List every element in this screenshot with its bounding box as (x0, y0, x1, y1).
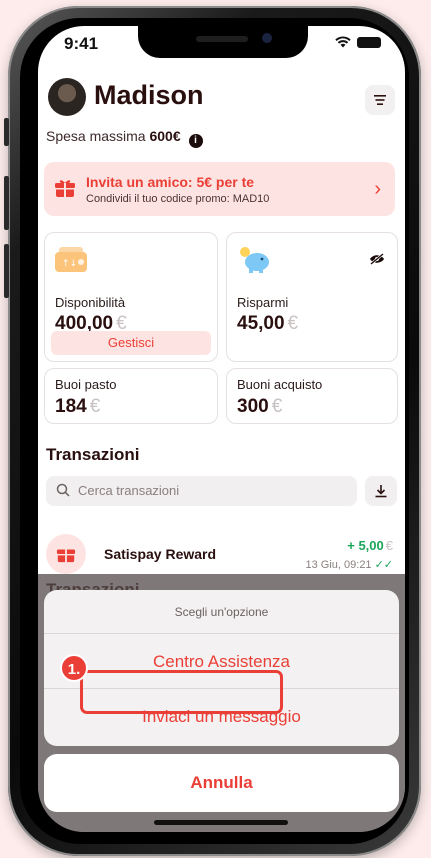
search-input[interactable]: Cerca transazioni (46, 476, 357, 506)
status-time: 9:41 (64, 34, 99, 53)
meal-vouchers-amount: 184 € (55, 396, 100, 418)
meal-vouchers-card[interactable]: Buoi pasto 184 € (44, 368, 218, 424)
hamburger-icon (374, 95, 386, 105)
notch (138, 26, 308, 58)
cancel-button[interactable]: Annulla (44, 754, 399, 812)
speaker (196, 36, 248, 42)
meal-vouchers-label: Buoi pasto (55, 377, 117, 392)
chevron-right-icon: › (374, 178, 381, 200)
transaction-amount-value: + 5,00 (347, 538, 384, 553)
transaction-icon (46, 534, 86, 574)
double-check-icon: ✓✓ (374, 559, 393, 571)
action-sheet-title: Scegli un'opzione (44, 590, 399, 634)
download-button[interactable] (365, 476, 397, 506)
transaction-currency: € (385, 538, 393, 553)
savings-amount: 45,00 € (237, 313, 298, 335)
max-spend-label: Spesa massima (46, 128, 146, 144)
gift-icon (56, 549, 76, 563)
shopping-vouchers-card[interactable]: Buoni acquisto 300 € (226, 368, 398, 424)
savings-currency: € (287, 313, 299, 334)
battery-icon (357, 36, 381, 48)
transaction-amount: + 5,00 € (347, 538, 393, 553)
max-spend-value: 600€ (149, 128, 181, 144)
gift-icon (55, 180, 75, 197)
mute-switch (4, 118, 9, 146)
avatar[interactable] (48, 78, 86, 116)
piggy-bank-icon (240, 247, 269, 273)
transaction-date: 13 Giu, 09:21 ✓✓ (306, 558, 394, 571)
wifi-icon (335, 36, 351, 48)
manage-button[interactable]: Gestisci (51, 331, 211, 355)
camera (262, 33, 272, 43)
volume-down-button (4, 244, 9, 298)
savings-card[interactable]: Risparmi 45,00 € (226, 232, 398, 362)
max-spend: Spesa massima 600€ i (46, 128, 203, 148)
action-sheet: Scegli un'opzione Centro Assistenza Invi… (44, 590, 399, 746)
search-icon (56, 483, 70, 497)
transaction-date-text: 13 Giu, 09:21 (305, 559, 372, 571)
search-placeholder: Cerca transazioni (78, 483, 180, 498)
savings-label: Risparmi (237, 295, 289, 310)
meal-vouchers-value: 184 (55, 396, 87, 417)
savings-value: 45,00 (237, 313, 285, 334)
availability-label: Disponibilità (55, 295, 126, 310)
shopping-vouchers-amount: 300 € (237, 396, 282, 418)
shopping-vouchers-value: 300 (237, 396, 269, 417)
highlight-box (80, 670, 283, 714)
invite-title: Invita un amico: 5€ per te (86, 174, 255, 190)
shopping-vouchers-label: Buoni acquisto (237, 377, 323, 392)
meal-vouchers-currency: € (89, 396, 101, 417)
availability-card[interactable]: ↑↓ Disponibilità 400,00 € Gestisci (44, 232, 218, 362)
header: Madison (38, 72, 405, 120)
menu-button[interactable] (365, 85, 395, 115)
wallet-icon: ↑↓ (55, 247, 87, 272)
svg-text:↑↓: ↑↓ (62, 259, 77, 269)
transaction-name: Satispay Reward (104, 546, 217, 562)
download-icon (375, 485, 387, 498)
eye-off-icon[interactable] (369, 253, 385, 265)
transactions-title: Transazioni (46, 445, 140, 464)
invite-subtitle: Condividi il tuo codice promo: MAD10 (86, 193, 270, 205)
shopping-vouchers-currency: € (271, 396, 283, 417)
volume-up-button (4, 176, 9, 230)
page-title: Madison (94, 80, 204, 110)
status-icons (335, 36, 381, 48)
invite-banner[interactable]: Invita un amico: 5€ per te Condividi il … (44, 162, 395, 216)
info-icon[interactable]: i (188, 134, 203, 148)
home-indicator (154, 820, 288, 825)
step-badge: 1. (60, 654, 88, 682)
